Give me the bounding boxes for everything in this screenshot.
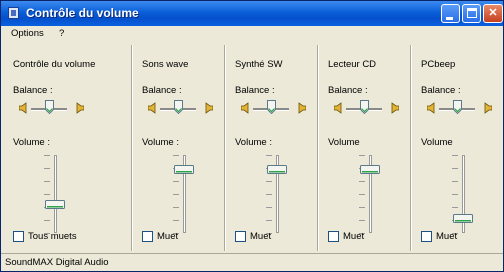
balance-slider-thumb[interactable] xyxy=(174,100,183,115)
menu-options[interactable]: Options xyxy=(11,28,44,39)
minimize-button[interactable] xyxy=(441,4,460,23)
volume-tick xyxy=(359,181,365,182)
panel-title: Sons wave xyxy=(142,59,189,70)
volume-tick xyxy=(452,181,458,182)
volume-slider-thumb[interactable] xyxy=(267,165,287,175)
volume-tick xyxy=(359,155,365,156)
balance-label: Balance : xyxy=(328,85,368,96)
volume-slider-thumb[interactable] xyxy=(453,213,473,223)
panel-title: Synthé SW xyxy=(235,59,283,70)
mute-label: Muet xyxy=(157,231,179,242)
balance-label: Balance : xyxy=(13,85,53,96)
volume-slider-thumb[interactable] xyxy=(174,165,194,175)
speaker-right-icon xyxy=(390,102,399,114)
maximize-button[interactable] xyxy=(462,4,481,23)
panel-separator xyxy=(131,45,133,251)
mute-checkbox[interactable] xyxy=(235,231,246,242)
speaker-right-icon xyxy=(297,102,306,114)
balance-slider-thumb[interactable] xyxy=(45,100,54,115)
volume-tick xyxy=(266,155,272,156)
mute-checkbox[interactable] xyxy=(142,231,153,242)
mute-label: Muet xyxy=(436,231,458,242)
speaker-right-icon xyxy=(483,102,492,114)
mute-label: Tous muets xyxy=(28,231,77,242)
volume-tick xyxy=(44,181,50,182)
mute-checkbox[interactable] xyxy=(13,231,24,242)
menu-help[interactable]: ? xyxy=(59,28,64,39)
balance-label: Balance : xyxy=(142,85,182,96)
volume-tick xyxy=(173,194,179,195)
volume-tick xyxy=(44,155,50,156)
volume-label: Volume : xyxy=(235,137,272,148)
mute-label: Muet xyxy=(250,231,272,242)
speaker-left-icon xyxy=(427,102,436,114)
mixer-panel: PCbeep Balance : Volume Muet xyxy=(415,45,504,250)
volume-tick xyxy=(266,220,272,221)
speaker-right-icon xyxy=(75,102,84,114)
balance-slider-thumb[interactable] xyxy=(360,100,369,115)
volume-control-window: Contrôle du volume ✕ Options ? Contrôle … xyxy=(0,0,504,272)
balance-label: Balance : xyxy=(421,85,461,96)
volume-ticks xyxy=(44,155,50,234)
volume-tick xyxy=(266,194,272,195)
volume-tick xyxy=(173,155,179,156)
panel-title: Contrôle du volume xyxy=(13,59,96,70)
close-button[interactable]: ✕ xyxy=(483,4,503,23)
speaker-right-icon xyxy=(204,102,213,114)
volume-track[interactable] xyxy=(54,155,57,233)
volume-slider-thumb[interactable] xyxy=(45,199,65,209)
volume-slider-thumb[interactable] xyxy=(360,165,380,175)
volume-tick xyxy=(452,155,458,156)
mixer-panel: Synthé SW Balance : Volume : Muet xyxy=(229,45,321,250)
title-bar[interactable]: Contrôle du volume ✕ xyxy=(1,1,503,26)
mute-checkbox[interactable] xyxy=(421,231,432,242)
volume-tick xyxy=(44,168,50,169)
balance-slider-thumb[interactable] xyxy=(267,100,276,115)
balance-label: Balance : xyxy=(235,85,275,96)
speaker-left-icon xyxy=(148,102,157,114)
speaker-left-icon xyxy=(334,102,343,114)
volume-tick xyxy=(173,181,179,182)
app-icon xyxy=(8,7,19,19)
volume-tick xyxy=(44,194,50,195)
balance-slider-thumb[interactable] xyxy=(453,100,462,115)
volume-tick xyxy=(266,207,272,208)
volume-tick xyxy=(44,220,50,221)
volume-tick xyxy=(359,207,365,208)
maximize-icon xyxy=(467,8,477,18)
mixer-panel: Lecteur CD Balance : Volume Muet xyxy=(322,45,414,250)
volume-tick xyxy=(452,168,458,169)
menu-bar: Options ? xyxy=(1,26,503,42)
volume-tick xyxy=(359,220,365,221)
mute-label: Muet xyxy=(343,231,365,242)
volume-label: Volume : xyxy=(142,137,179,148)
mute-checkbox[interactable] xyxy=(328,231,339,242)
volume-label: Volume xyxy=(328,137,360,148)
speaker-left-icon xyxy=(19,102,28,114)
volume-tick xyxy=(173,207,179,208)
window-title: Contrôle du volume xyxy=(26,6,139,20)
volume-tick xyxy=(452,194,458,195)
speaker-left-icon xyxy=(241,102,250,114)
volume-label: Volume : xyxy=(13,137,50,148)
status-bar: SoundMAX Digital Audio xyxy=(1,253,503,271)
panel-title: Lecteur CD xyxy=(328,59,377,70)
minimize-icon xyxy=(446,17,453,20)
device-name: SoundMAX Digital Audio xyxy=(5,257,109,268)
volume-tick xyxy=(266,181,272,182)
close-icon: ✕ xyxy=(488,7,498,19)
mixer-panel: Sons wave Balance : Volume : Muet xyxy=(136,45,228,250)
mixer-panel: Contrôle du volume Balance : Volume : Tous … xyxy=(7,45,99,250)
panel-title: PCbeep xyxy=(421,59,456,70)
volume-tick xyxy=(359,194,365,195)
volume-tick xyxy=(452,207,458,208)
volume-tick xyxy=(173,220,179,221)
volume-label: Volume xyxy=(421,137,453,148)
